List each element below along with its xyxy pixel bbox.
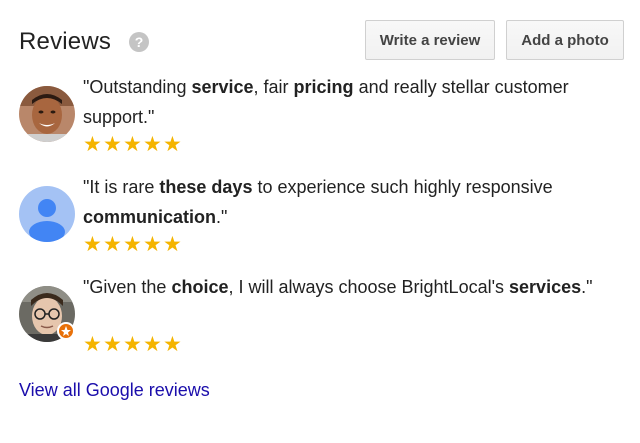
review-text: "It is rare these days to experience suc… (83, 172, 613, 232)
star-rating: ★ ★ ★ ★ ★ (83, 234, 183, 256)
star-icon: ★ (103, 233, 122, 256)
review-text-segment: "Given the (83, 277, 172, 297)
star-icon: ★ (103, 333, 122, 356)
review-text-segment: to experience such highly responsive (252, 177, 553, 197)
reviews-title: Reviews (19, 28, 112, 55)
reviewer-avatar[interactable] (19, 286, 75, 342)
help-icon[interactable]: ? (129, 32, 149, 52)
review-text-keyword: communication (83, 207, 217, 227)
review-text-segment: "It is rare (83, 177, 160, 197)
write-review-button[interactable]: Write a review (365, 20, 495, 60)
star-rating: ★ ★ ★ ★ ★ (83, 334, 183, 356)
add-photo-button[interactable]: Add a photo (506, 20, 624, 60)
review-text-segment: "Outstanding (83, 77, 192, 97)
reviews-panel: Reviews ? Write a review Add a photo "Ou… (0, 0, 640, 443)
review-text-keyword: services (509, 277, 582, 297)
star-icon: ★ (143, 133, 162, 156)
review-text-keyword: service (191, 77, 254, 97)
star-rating: ★ ★ ★ ★ ★ (83, 134, 183, 156)
star-icon: ★ (83, 133, 102, 156)
star-icon: ★ (143, 233, 162, 256)
default-user-icon (19, 186, 75, 242)
star-icon: ★ (163, 133, 182, 156)
star-icon: ★ (83, 233, 102, 256)
star-icon: ★ (83, 333, 102, 356)
star-icon: ★ (103, 133, 122, 156)
star-icon: ★ (123, 333, 142, 356)
review-text-segment: ." (581, 277, 593, 297)
star-icon: ★ (123, 233, 142, 256)
avatar-photo-icon (19, 286, 75, 342)
review-text-segment: , I will always choose BrightLocal's (228, 277, 510, 297)
avatar-photo-icon (19, 86, 75, 142)
review-text: "Outstanding service, fair pricing and r… (83, 72, 613, 132)
review-text-keyword: these days (159, 177, 253, 197)
review-text: "Given the choice, I will always choose … (83, 272, 613, 302)
reviewer-avatar[interactable] (19, 186, 75, 242)
star-icon: ★ (163, 233, 182, 256)
reviews-header: Reviews ? Write a review Add a photo (19, 20, 624, 64)
local-guide-badge-icon (57, 322, 75, 340)
star-icon: ★ (143, 333, 162, 356)
review-text-segment: ." (216, 207, 228, 227)
star-icon: ★ (163, 333, 182, 356)
reviewer-avatar[interactable] (19, 86, 75, 142)
review-text-segment: , fair (253, 77, 294, 97)
review-text-keyword: choice (171, 277, 229, 297)
star-icon: ★ (123, 133, 142, 156)
review-text-keyword: pricing (293, 77, 354, 97)
view-all-reviews-link[interactable]: View all Google reviews (19, 380, 210, 401)
